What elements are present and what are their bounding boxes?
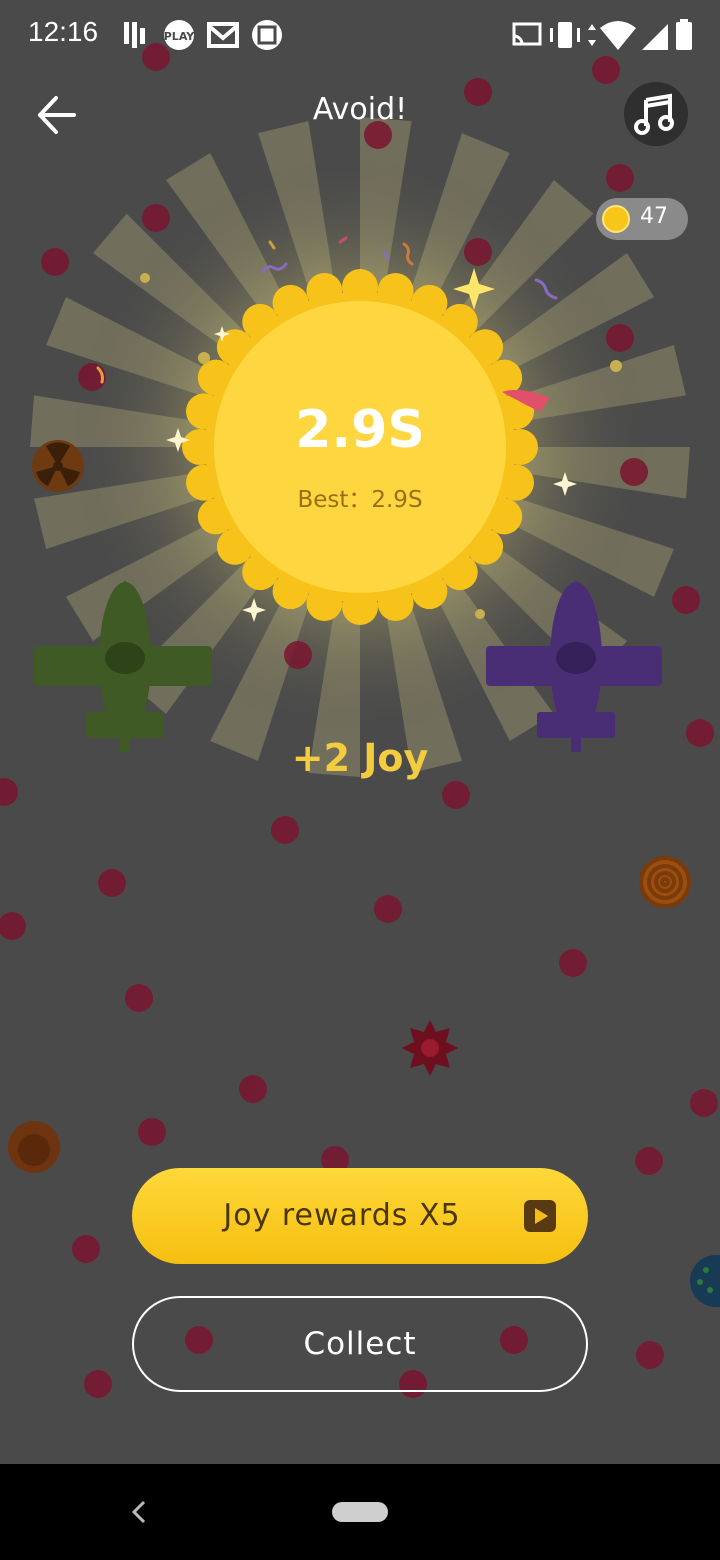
notification-icons: PLAY — [124, 20, 282, 50]
photo-icon — [252, 20, 282, 50]
joy-rewards-label: Joy rewards X5 — [223, 1198, 461, 1233]
collect-label: Collect — [303, 1326, 417, 1362]
spike-mine-icon — [402, 1020, 458, 1076]
target-hazard-icon — [639, 856, 691, 908]
video-play-icon — [524, 1200, 556, 1232]
coin-icon — [602, 205, 630, 233]
survival-time: 2.9S — [295, 400, 425, 460]
bear-hazard-icon — [8, 1121, 60, 1173]
nav-back-icon[interactable] — [126, 1490, 150, 1534]
spore-hazard-icon — [690, 1255, 720, 1307]
navigation-bar — [0, 1464, 720, 1560]
wifi-icon — [588, 21, 636, 50]
vibrate-icon — [550, 22, 580, 48]
gmail-icon — [207, 22, 239, 48]
coin-count: 47 — [640, 204, 668, 229]
nav-home-pill[interactable] — [332, 1502, 388, 1522]
bars-icon — [124, 22, 145, 48]
music-button[interactable] — [624, 82, 688, 146]
cast-icon — [512, 22, 542, 46]
svg-text:PLAY: PLAY — [164, 30, 196, 43]
play-icon: PLAY — [164, 20, 196, 50]
system-icons — [512, 19, 692, 50]
status-time: 12:16 — [28, 16, 99, 47]
coin-balance-badge: 47 — [596, 198, 688, 240]
joy-rewards-button[interactable]: Joy rewards X5 — [132, 1168, 588, 1264]
music-note-icon — [634, 93, 674, 135]
collect-button[interactable]: Collect — [132, 1296, 588, 1392]
page-title: Avoid! — [312, 92, 408, 127]
best-time: Best：2.9S — [297, 487, 423, 513]
radiation-hazard-icon — [32, 440, 84, 492]
battery-icon — [676, 19, 692, 50]
reward-amount: +2 Joy — [291, 736, 429, 780]
status-bar: 12:16 PLAY — [0, 0, 720, 72]
signal-icon — [642, 24, 668, 50]
